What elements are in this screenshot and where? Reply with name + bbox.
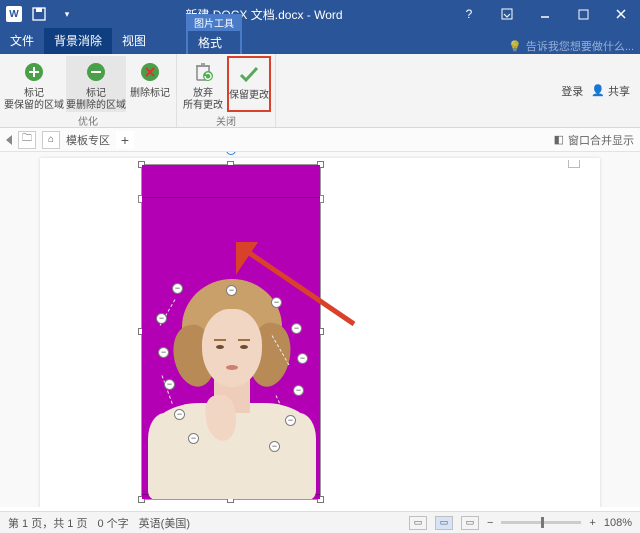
remove-mark-icon: − [188,433,199,444]
tab-background-remove[interactable]: 背景消除 [44,28,112,54]
tab-view[interactable]: 视图 [112,28,156,54]
group-label-optimize: 优化 [78,112,98,128]
remove-mark-icon: − [271,297,282,308]
remove-mark-icon: − [174,409,185,420]
word-count[interactable]: 0 个字 [97,515,128,531]
ribbon-group-optimize: 标记 要保留的区域 标记 要删除的区域 删除标记 优化 [0,54,177,127]
zoom-level[interactable]: 108% [604,517,632,529]
template-zone-label[interactable]: 模板专区 [66,132,110,148]
title-bar: W ▾ 新建 DOCX 文档.docx - Word ? [0,0,640,28]
discard-icon [189,58,217,86]
contextual-tab-group: 图片工具 格式 [186,14,242,54]
zoom-in-button[interactable]: + [589,517,595,529]
marquee-line [142,197,320,198]
ribbon-group-close: 放弃 所有更改 保留更改 关闭 [177,54,276,127]
login-link[interactable]: 登录 [561,83,583,99]
remove-mark-icon: − [297,353,308,364]
tabs-bar: 文件 背景消除 视图 图片工具 格式 💡 告诉我您想要做什么... [0,28,640,54]
discard-changes-button[interactable]: 放弃 所有更改 [181,56,225,112]
document-title: 新建 DOCX 文档.docx - Word [78,6,450,23]
page: − − − − − − − − − − − − − [40,158,600,507]
zoom-out-button[interactable]: − [487,517,493,529]
remove-mark-icon: − [269,441,280,452]
plus-circle-icon [20,58,48,86]
tab-format[interactable]: 格式 [188,31,240,54]
remove-mark-icon: − [293,385,304,396]
group-label-close: 关闭 [216,112,236,128]
share-button[interactable]: 👤共享 [591,83,630,99]
document-canvas[interactable]: − − − − − − − − − − − − − [0,152,640,507]
save-icon[interactable] [28,3,50,25]
mark-keep-button[interactable]: 标记 要保留的区域 [4,56,64,112]
remove-mark-icon: − [291,323,302,334]
delete-mark-button[interactable]: 删除标记 [128,56,172,112]
close-icon[interactable] [602,0,640,28]
remove-mark-icon: − [172,283,183,294]
nav-prev-icon[interactable] [6,135,12,145]
margin-marker [568,160,580,168]
qat-dropdown-icon[interactable]: ▾ [56,3,78,25]
web-layout-icon[interactable]: ▭ [461,516,479,530]
panel-merge-label[interactable]: 窗口合并显示 [568,132,634,148]
add-tab-button[interactable]: + [116,131,134,149]
remove-mark-icon: − [156,313,167,324]
share-icon: 👤 [591,84,605,97]
delete-mark-icon [136,58,164,86]
selected-image[interactable]: − − − − − − − − − − − − − [141,164,321,500]
app-logo: W [6,6,22,22]
language-status[interactable]: 英语(美国) [139,515,190,531]
lightbulb-icon: 💡 [508,40,522,53]
ribbon: 标记 要保留的区域 标记 要删除的区域 删除标记 优化 放弃 所有更改 [0,54,640,128]
print-layout-icon[interactable]: ▭ [435,516,453,530]
mark-remove-button[interactable]: 标记 要删除的区域 [66,56,126,112]
status-bar: 第 1 页，共 1 页 0 个字 英语(美国) ▭ ▭ ▭ − + 108% [0,511,640,533]
ribbon-options-icon[interactable] [488,0,526,28]
remove-mark-icon: − [158,347,169,358]
panel-merge-icon: ◧ [554,133,564,146]
remove-mark-icon: − [285,415,296,426]
remove-mark-icon: − [164,379,175,390]
tell-me-search[interactable]: 告诉我您想要做什么... [526,38,634,54]
minimize-icon[interactable] [526,0,564,28]
keep-changes-button[interactable]: 保留更改 [227,56,271,112]
contextual-group-label: 图片工具 [188,14,240,31]
maximize-icon[interactable] [564,0,602,28]
image-content: − − − − − − − − − − − − − [142,165,320,499]
secondary-bar: 🗀 ⌂ 模板专区 + ◧ 窗口合并显示 [0,128,640,152]
read-mode-icon[interactable]: ▭ [409,516,427,530]
remove-mark-icon: − [226,285,237,296]
tab-file[interactable]: 文件 [0,28,44,54]
folder-icon[interactable]: 🗀 [18,131,36,149]
zoom-slider[interactable] [501,521,581,524]
portrait-illustration [148,279,316,499]
minus-circle-icon [82,58,110,86]
home-icon[interactable]: ⌂ [42,131,60,149]
page-info[interactable]: 第 1 页，共 1 页 [8,515,87,531]
help-icon[interactable]: ? [450,0,488,28]
rotate-handle[interactable] [226,152,236,155]
checkmark-icon [235,60,263,88]
